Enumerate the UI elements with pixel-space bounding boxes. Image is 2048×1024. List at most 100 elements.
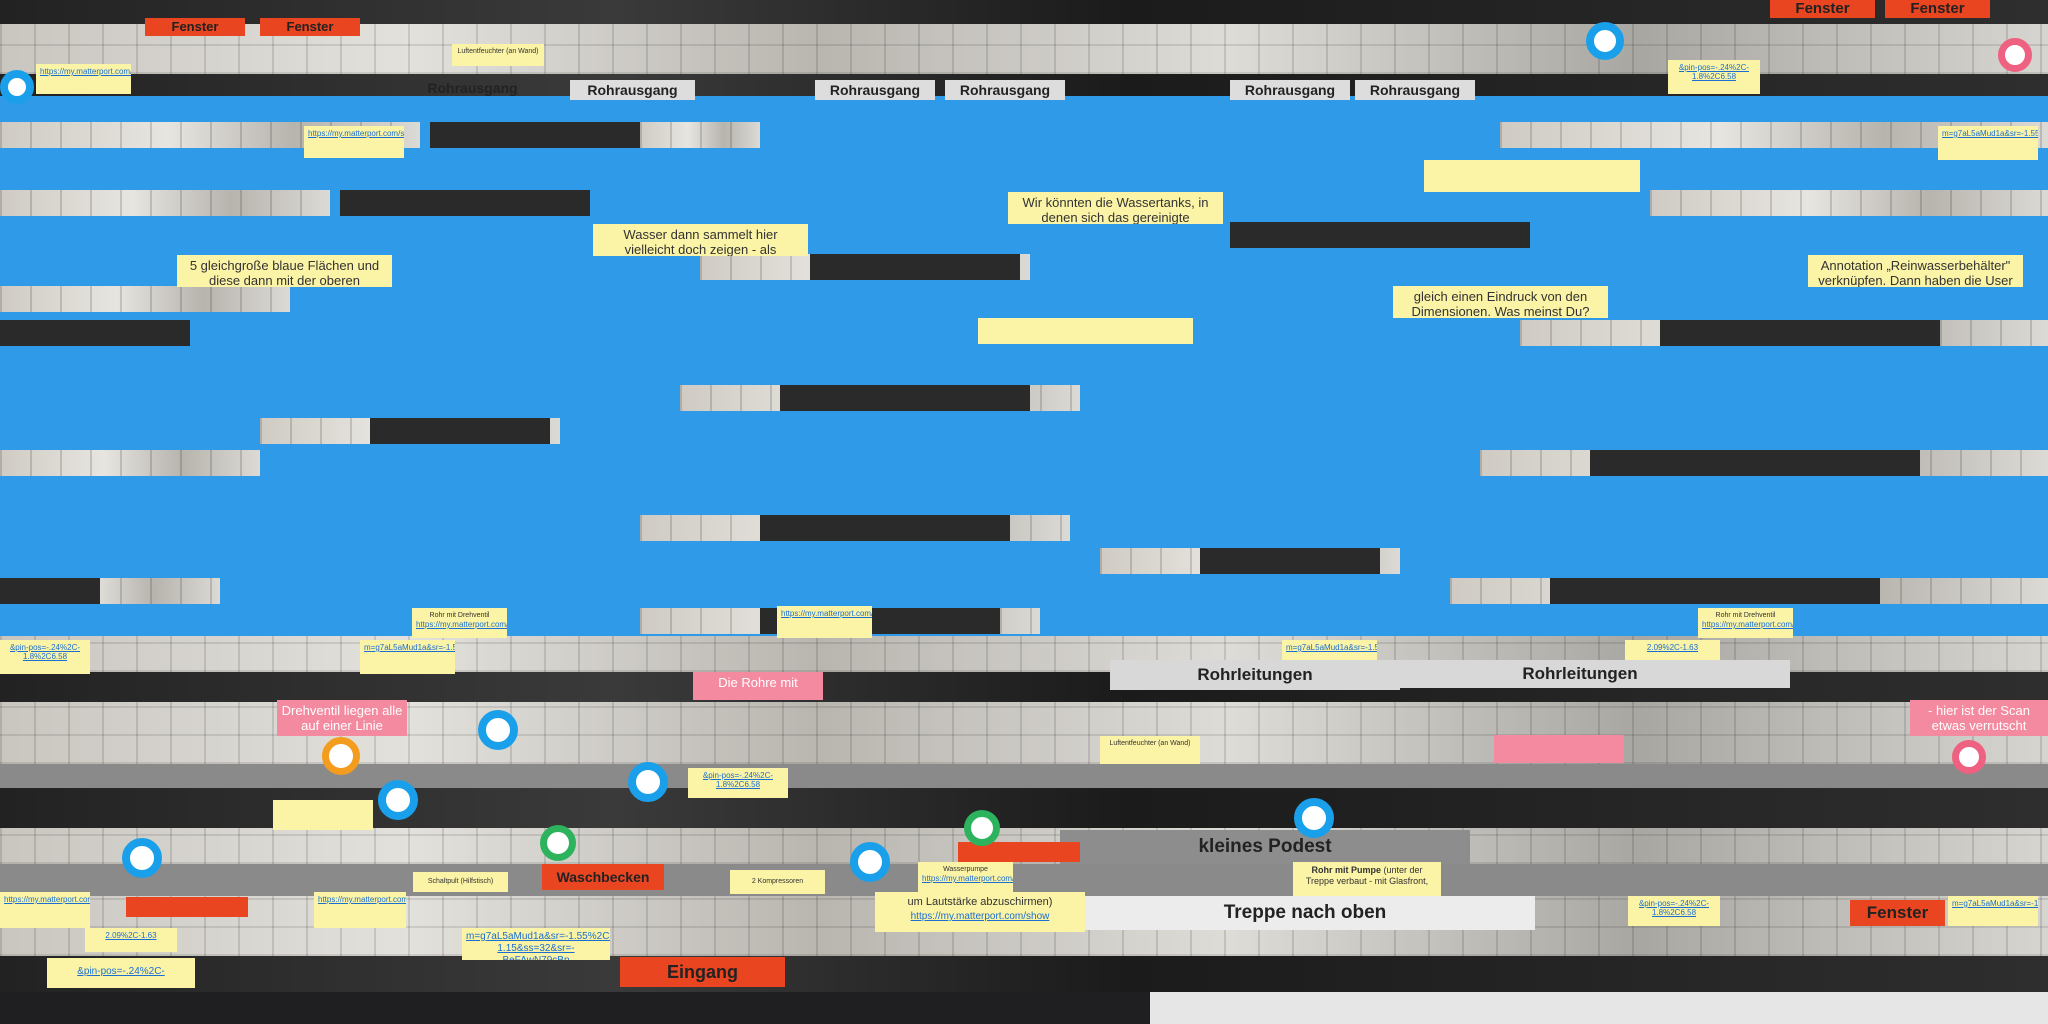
- matterport-link[interactable]: &pin-pos=-.24%2C-1.8%2C6.58: [1672, 63, 1756, 81]
- matterport-link-note[interactable]: m=g7aL5aMud1a&sr=-1.55%2C- 1.15&ss=32&sr=…: [462, 928, 610, 960]
- matterport-link-note[interactable]: 2.09%2C-1.63: [85, 928, 177, 952]
- matterport-link-note[interactable]: &pin-pos=-.24%2C-1.8%2C6.58: [688, 768, 788, 798]
- matterport-link-note[interactable]: https://my.matterport.com/show/: [304, 126, 404, 158]
- comment-note[interactable]: 5 gleichgroße blaue Flächen und diese da…: [177, 255, 392, 287]
- matterport-link[interactable]: m=g7aL5aMud1a&sr=-1.55%2C-: [364, 643, 455, 652]
- matterport-link[interactable]: https://my.matterport.com/show/: [416, 620, 507, 629]
- kompressoren-note[interactable]: 2 Kompressoren: [730, 870, 825, 894]
- luftentfeuchter-note[interactable]: Luftentfeuchter (an Wand): [452, 44, 544, 66]
- matterport-link-note[interactable]: m=g7aL5aMud1a&sr=-1.55%2C-: [1938, 126, 2038, 160]
- green-marker[interactable]: [540, 825, 576, 861]
- scan-band: [1660, 320, 1940, 346]
- comment-note[interactable]: gleich einen Eindruck von den Dimensione…: [1393, 286, 1608, 318]
- matterport-link[interactable]: m=g7aL5aMud1a&sr=-1.55%2C-: [1942, 129, 2038, 138]
- scan-band: [1230, 222, 1530, 248]
- matterport-link[interactable]: m=g7aL5aMud1a&sr=-1.55%2C-: [1952, 899, 2038, 908]
- sweep-marker[interactable]: [1586, 22, 1624, 60]
- rohrausgang-label[interactable]: Rohrausgang: [1355, 80, 1475, 100]
- luftentfeuchter-note[interactable]: Luftentfeuchter (an Wand): [1100, 736, 1200, 764]
- rohre-comment[interactable]: Die Rohre mit: [693, 672, 823, 700]
- scan-band: [640, 122, 760, 148]
- matterport-link-note[interactable]: &pin-pos=-.24%2C-1.8%2C6.58: [47, 958, 195, 988]
- rohrausgang-label[interactable]: Rohrausgang: [815, 80, 935, 100]
- pink-marker[interactable]: [1952, 740, 1986, 774]
- wasserpumpe-note[interactable]: Wasserpumpehttps://my.matterport.com/sho…: [918, 862, 1013, 896]
- fenster-label[interactable]: Fenster: [145, 18, 245, 36]
- matterport-link-note[interactable]: &pin-pos=-.24%2C-1.8%2C6.58: [1628, 896, 1720, 926]
- orange-marker[interactable]: [322, 737, 360, 775]
- matterport-scan-canvas[interactable]: Fenster Fenster Fenster Fenster Fenster …: [0, 0, 2048, 1024]
- fenster-label[interactable]: Fenster: [1885, 0, 1990, 18]
- matterport-link[interactable]: https://my.matterport.com/show/: [781, 609, 872, 618]
- matterport-link[interactable]: &pin-pos=-.24%2C-1.8%2C6.58: [692, 771, 784, 789]
- sweep-marker[interactable]: [850, 842, 890, 882]
- scan-band: [810, 254, 1020, 280]
- rohr-drehventil-note[interactable]: Rohr mit Drehventil https://my.matterport…: [1698, 608, 1793, 638]
- waschbecken-label[interactable]: Waschbecken: [542, 864, 664, 890]
- sweep-marker[interactable]: [628, 762, 668, 802]
- empty-note[interactable]: [978, 318, 1193, 344]
- scan-band: [0, 450, 260, 476]
- rohrleitungen-label[interactable]: Rohrleitungen: [1110, 660, 1400, 690]
- matterport-link[interactable]: https://my.matterport.com/show/: [308, 129, 404, 138]
- lautstaerke-note[interactable]: um Lautstärke abzuschirmen) https://my.ma…: [875, 892, 1085, 932]
- matterport-link-note[interactable]: &pin-pos=-.24%2C-1.8%2C6.58: [1668, 60, 1760, 94]
- matterport-link[interactable]: &pin-pos=-.24%2C-1.8%2C6.58: [1632, 899, 1716, 917]
- fenster-label[interactable]: Fenster: [1770, 0, 1875, 18]
- treppe-label[interactable]: Treppe nach oben: [1075, 896, 1535, 930]
- matterport-link[interactable]: 2.09%2C-1.63: [89, 931, 173, 940]
- sweep-marker[interactable]: [478, 710, 518, 750]
- blue-plane-area[interactable]: [0, 96, 2048, 636]
- green-marker[interactable]: [964, 810, 1000, 846]
- fenster-label[interactable]: Fenster: [260, 18, 360, 36]
- matterport-link-note[interactable]: m=g7aL5aMud1a&sr=-1.55%2C-: [360, 640, 455, 674]
- matterport-link-note[interactable]: https://my.matterport.com/show/: [0, 892, 90, 928]
- sweep-marker[interactable]: [122, 838, 162, 878]
- matterport-link-note[interactable]: &pin-pos=-.24%2C-1.8%2C6.58: [0, 640, 90, 674]
- sweep-marker[interactable]: [0, 70, 34, 104]
- eingang-label[interactable]: Eingang: [620, 957, 785, 987]
- kleines-podest-label[interactable]: kleines Podest: [1060, 830, 1470, 864]
- matterport-link[interactable]: &pin-pos=-.24%2C-1.8%2C6.58: [4, 643, 86, 661]
- rohrausgang-label[interactable]: Rohrausgang: [570, 80, 695, 100]
- rohrausgang-label[interactable]: Rohrausgang: [410, 78, 535, 98]
- empty-note[interactable]: [273, 800, 373, 830]
- pink-marker[interactable]: [1998, 38, 2032, 72]
- comment-note[interactable]: Annotation „Reinwasserbehälter" verknüpf…: [1808, 255, 2023, 287]
- matterport-link-note[interactable]: https://my.matterport.com/show/: [36, 64, 131, 94]
- rohr-drehventil-note[interactable]: Rohr mit Drehventil https://my.matterport…: [412, 608, 507, 638]
- matterport-link[interactable]: https://my.matterport.com/show: [879, 910, 1081, 924]
- matterport-link[interactable]: https://my.matterport.com/show/: [4, 895, 90, 904]
- schaltpult-note[interactable]: Schaltpult (Hilfstisch): [413, 872, 508, 892]
- empty-pink-note[interactable]: [1494, 735, 1624, 763]
- matterport-link-note[interactable]: https://my.matterport.com/show/: [777, 606, 872, 638]
- matterport-link[interactable]: m=g7aL5aMud1a&sr=-1.55%2C-: [466, 931, 610, 943]
- scan-band: [1550, 578, 1880, 604]
- empty-note[interactable]: [1424, 160, 1639, 192]
- rohrausgang-label[interactable]: Rohrausgang: [945, 80, 1065, 100]
- scan-comment[interactable]: - hier ist der Scan etwas verrutscht: [1910, 700, 2048, 736]
- sweep-marker[interactable]: [378, 780, 418, 820]
- rohrleitungen-label[interactable]: Rohrleitungen: [1370, 660, 1790, 688]
- red-marker-label[interactable]: [126, 897, 248, 917]
- sweep-marker[interactable]: [1294, 798, 1334, 838]
- rohr-pumpe-note[interactable]: Rohr mit Pumpe (unter der Treppe verbaut…: [1293, 862, 1441, 896]
- fenster-label[interactable]: Fenster: [1850, 900, 1945, 926]
- matterport-link-note[interactable]: m=g7aL5aMud1a&sr=-1.55%2C-: [1948, 896, 2038, 926]
- matterport-link[interactable]: m=g7aL5aMud1a&sr=-1.55%2C-: [1286, 643, 1377, 652]
- scan-band: [1590, 450, 1920, 476]
- matterport-link[interactable]: https://my.matterport.com/show/: [922, 874, 1013, 883]
- scan-band: [760, 515, 1010, 541]
- matterport-link[interactable]: https://my.matterport.com/show/: [318, 895, 406, 904]
- matterport-link[interactable]: https://my.matterport.com/show/: [1702, 620, 1793, 629]
- comment-note[interactable]: Wasser dann sammelt hier vielleicht doch…: [593, 224, 808, 256]
- matterport-link[interactable]: &pin-pos=-.24%2C-1.8%2C6.58: [51, 961, 191, 988]
- drehventil-comment[interactable]: Drehventil liegen alle auf einer Linie: [277, 700, 407, 736]
- matterport-link[interactable]: https://my.matterport.com/show/: [40, 67, 131, 76]
- rohrausgang-label[interactable]: Rohrausgang: [1230, 80, 1350, 100]
- comment-note[interactable]: Wir könnten die Wassertanks, in denen si…: [1008, 192, 1223, 224]
- matterport-link[interactable]: 2.09%2C-1.63: [1629, 643, 1716, 652]
- matterport-link[interactable]: 1.15&ss=32&sr=-BeFAwN79cBp: [466, 943, 606, 960]
- scan-band: [1650, 190, 2048, 216]
- matterport-link-note[interactable]: https://my.matterport.com/show/: [314, 892, 406, 928]
